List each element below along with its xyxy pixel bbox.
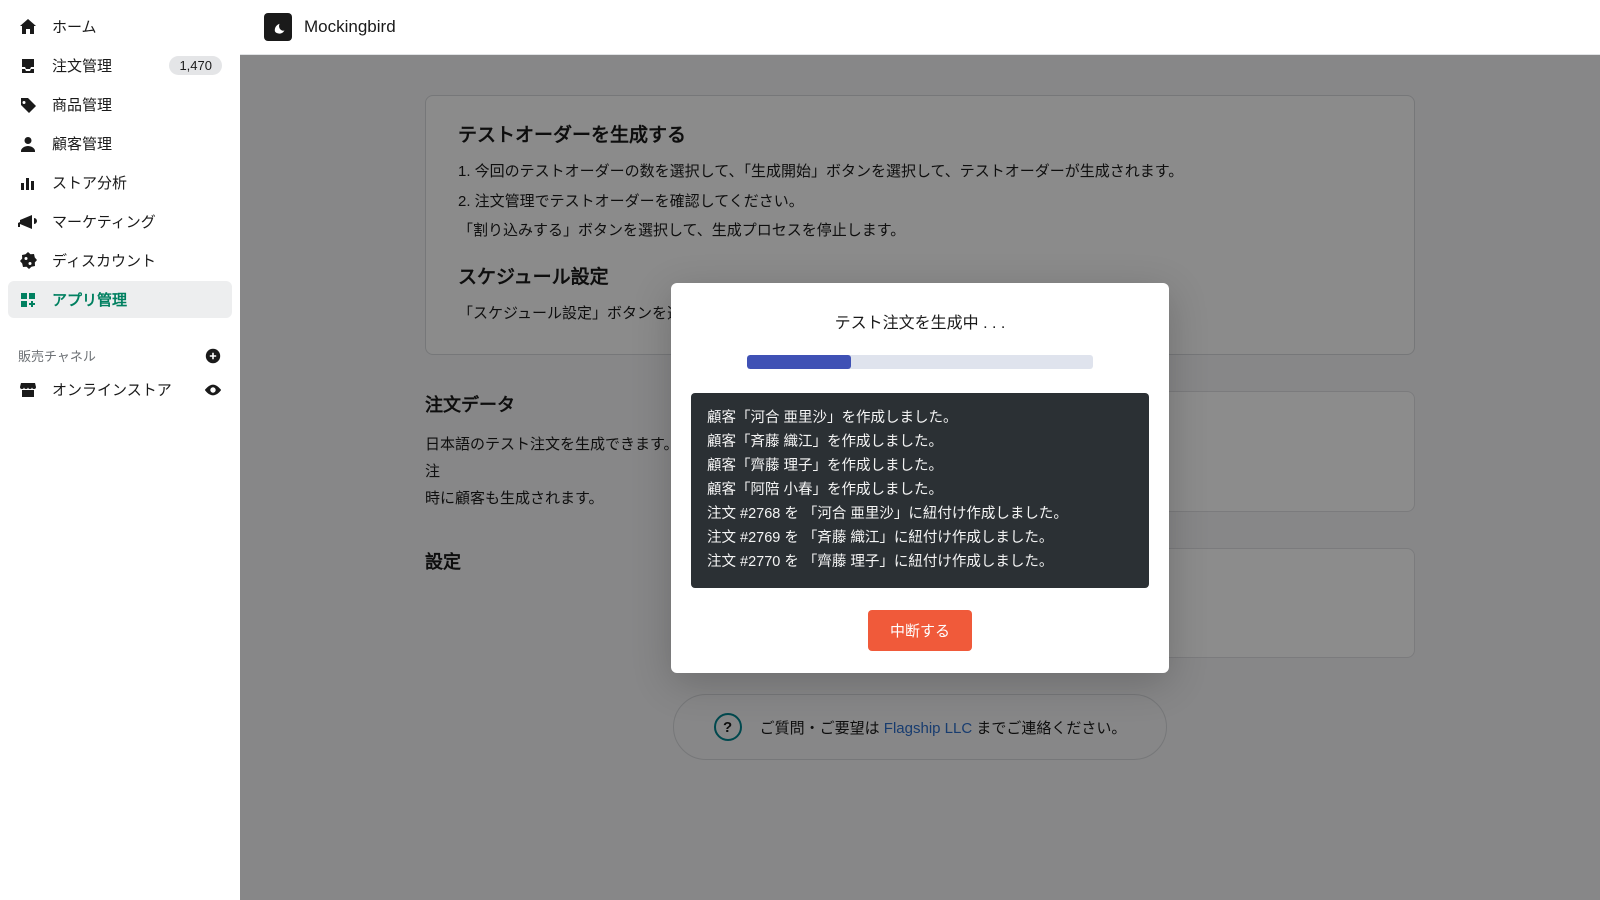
nav-apps[interactable]: アプリ管理 <box>8 281 232 318</box>
log-line: 顧客「斉藤 織江」を作成しました。 <box>707 431 1133 455</box>
person-icon <box>18 134 38 154</box>
progress-bar <box>747 355 1093 369</box>
inbox-icon <box>18 56 38 76</box>
log-line: 顧客「齊藤 理子」を作成しました。 <box>707 455 1133 479</box>
nav-orders[interactable]: 注文管理 1,470 <box>8 47 232 84</box>
nav-label: オンラインストア <box>52 379 204 400</box>
progress-fill <box>747 355 851 369</box>
app-name: Mockingbird <box>304 17 396 37</box>
channel-online-store[interactable]: オンラインストア <box>8 371 232 408</box>
nav-marketing[interactable]: マーケティング <box>8 203 232 240</box>
nav-label: ホーム <box>52 16 222 37</box>
sales-channel-header: 販売チャネル <box>8 336 232 371</box>
apps-icon <box>18 290 38 310</box>
add-channel-icon[interactable] <box>204 347 222 365</box>
analytics-icon <box>18 173 38 193</box>
log-line: 注文 #2770 を 「齊藤 理子」に紐付け作成しました。 <box>707 551 1133 575</box>
nav-discounts[interactable]: ディスカウント <box>8 242 232 279</box>
nav-products[interactable]: 商品管理 <box>8 86 232 123</box>
nav-label: 注文管理 <box>52 55 169 76</box>
view-icon[interactable] <box>204 381 222 399</box>
log-line: 注文 #2768 を 「河合 亜里沙」に紐付け作成しました。 <box>707 503 1133 527</box>
nav-customers[interactable]: 顧客管理 <box>8 125 232 162</box>
nav-home[interactable]: ホーム <box>8 8 232 45</box>
log-line: 注文 #2769 を 「斉藤 織江」に紐付け作成しました。 <box>707 527 1133 551</box>
modal-title: テスト注文を生成中 . . . <box>691 309 1149 333</box>
topbar: Mockingbird <box>240 0 1600 55</box>
discount-icon <box>18 251 38 271</box>
sidebar: ホーム 注文管理 1,470 商品管理 顧客管理 ストア分析 マーケティング デ… <box>0 0 240 900</box>
nav-label: マーケティング <box>52 211 222 232</box>
nav-label: アプリ管理 <box>52 289 222 310</box>
tag-icon <box>18 95 38 115</box>
app-logo <box>264 13 292 41</box>
progress-modal: テスト注文を生成中 . . . 顧客「河合 亜里沙」を作成しました。顧客「斉藤 … <box>671 283 1169 673</box>
log-line: 顧客「河合 亜里沙」を作成しました。 <box>707 407 1133 431</box>
log-line: 顧客「阿陪 小春」を作成しました。 <box>707 479 1133 503</box>
nav-label: 顧客管理 <box>52 133 222 154</box>
nav-label: ストア分析 <box>52 172 222 193</box>
cancel-button[interactable]: 中断する <box>868 610 972 651</box>
store-icon <box>18 380 38 400</box>
log-panel: 顧客「河合 亜里沙」を作成しました。顧客「斉藤 織江」を作成しました。顧客「齊藤… <box>691 393 1149 588</box>
orders-badge: 1,470 <box>169 56 222 75</box>
nav-label: 商品管理 <box>52 94 222 115</box>
nav-label: ディスカウント <box>52 250 222 271</box>
section-title: 販売チャネル <box>18 346 96 365</box>
home-icon <box>18 17 38 37</box>
modal-overlay: テスト注文を生成中 . . . 顧客「河合 亜里沙」を作成しました。顧客「斉藤 … <box>240 55 1600 900</box>
megaphone-icon <box>18 212 38 232</box>
nav-analytics[interactable]: ストア分析 <box>8 164 232 201</box>
